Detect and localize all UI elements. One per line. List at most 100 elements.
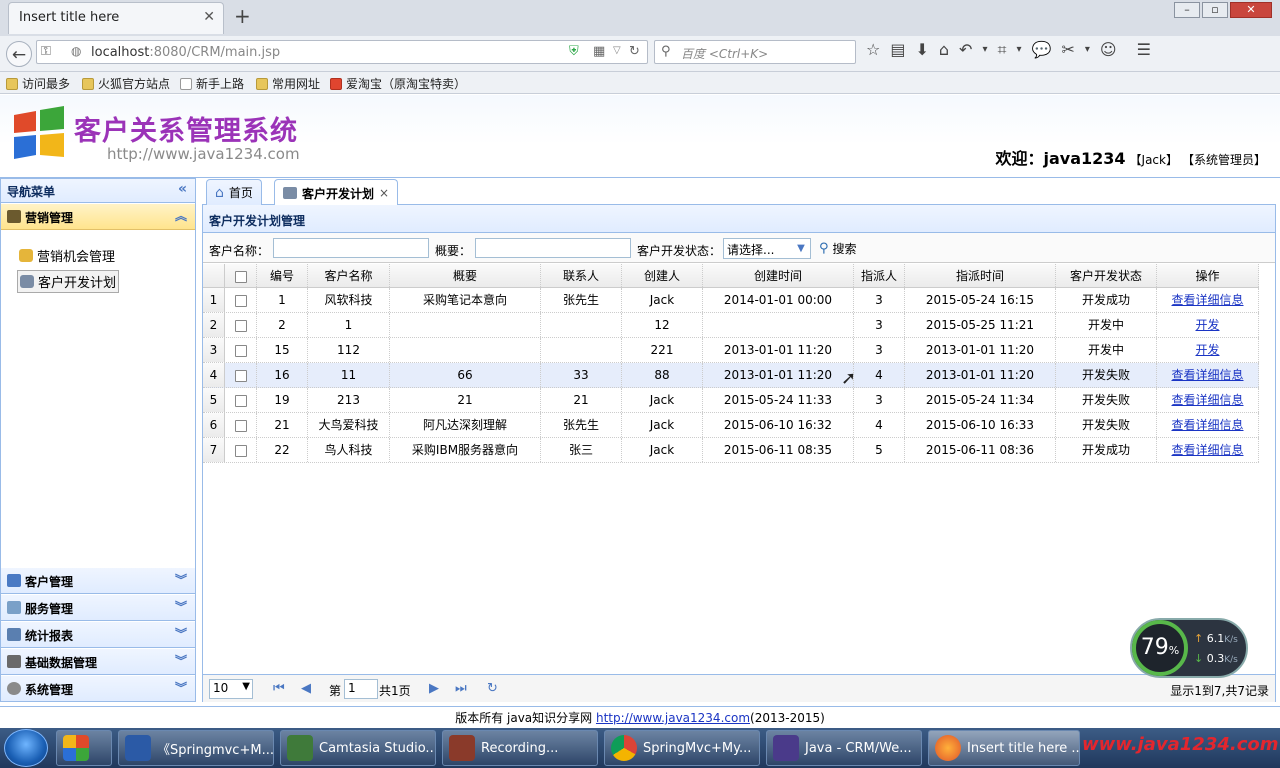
window-close-icon[interactable]: ✕ xyxy=(1230,2,1272,18)
sidebar-group-service[interactable]: 服务管理 ︾ xyxy=(1,595,195,621)
table-row[interactable]: 7 22 鸟人科技 采购IBM服务器意向 张三 Jack 2015-06-11 … xyxy=(203,438,1259,463)
table-row[interactable]: 5 19 213 21 21 Jack 2015-05-24 11:33 3 2… xyxy=(203,388,1259,413)
back-arrow-icon[interactable]: ← xyxy=(6,41,32,67)
column-header[interactable]: 指派人 xyxy=(854,264,905,287)
bookmark-item[interactable]: 新手上路 xyxy=(180,75,244,92)
chevron-up-icon: ︽ xyxy=(174,209,187,223)
bookmark-item[interactable]: 常用网址 xyxy=(256,75,320,92)
taskbar-item-firefox[interactable]: Insert title here ... xyxy=(928,730,1080,766)
sidebar-group-reports[interactable]: 统计报表 ︾ xyxy=(1,622,195,648)
net-speed-widget[interactable]: 79% ↑ 6.1K/s ↓ 0.3K/s xyxy=(1130,618,1248,678)
table-row[interactable]: 1 1 风软科技 采购笔记本意向 张先生 Jack 2014-01-01 00:… xyxy=(203,288,1259,313)
dropdown-icon[interactable]: ▾ xyxy=(1085,40,1090,60)
column-header[interactable]: 客户开发状态 xyxy=(1056,264,1157,287)
reading-list-icon[interactable]: ▤ xyxy=(890,40,905,60)
view-detail-link[interactable]: 查看详细信息 xyxy=(1171,293,1243,307)
row-checkbox[interactable] xyxy=(234,419,247,432)
taskbar-item-word[interactable]: 《Springmvc+M... xyxy=(118,730,274,766)
dropdown-icon[interactable]: ▽ xyxy=(613,45,621,56)
reload-icon[interactable]: ↻ xyxy=(629,44,640,59)
chat-icon[interactable]: 💬 xyxy=(1032,40,1052,60)
collapse-left-icon[interactable]: « xyxy=(178,181,187,197)
row-checkbox[interactable] xyxy=(234,344,247,357)
tab-home[interactable]: ⌂ 首页 xyxy=(206,179,262,205)
sidebar-item-dev-plan[interactable]: 客户开发计划 xyxy=(17,270,120,293)
sidebar-group-basedata[interactable]: 基础数据管理 ︾ xyxy=(1,649,195,675)
new-tab-icon[interactable]: + xyxy=(234,4,251,28)
taskbar-item-chrome[interactable]: SpringMvc+My... xyxy=(604,730,760,766)
table-row[interactable]: 4 16 11 66 33 88 2013-01-01 11:20 4 2013… xyxy=(203,363,1259,388)
sidebar-group-customer[interactable]: 客户管理 ︾ xyxy=(1,568,195,594)
page-number-input[interactable]: 1 xyxy=(344,679,378,699)
view-detail-link[interactable]: 查看详细信息 xyxy=(1171,368,1243,382)
screenshot-icon[interactable]: ✂ xyxy=(1061,40,1074,60)
taskbar-item-recording[interactable]: Recording... xyxy=(442,730,598,766)
status-select[interactable]: 请选择... ▼ xyxy=(723,238,811,259)
download-icon[interactable]: ⬇ xyxy=(915,40,928,60)
taobao-icon xyxy=(330,77,342,90)
overview-input[interactable] xyxy=(475,238,631,258)
last-page-icon[interactable]: ⏭ xyxy=(455,681,467,696)
refresh-icon[interactable]: ↻ xyxy=(487,681,498,696)
row-checkbox[interactable] xyxy=(234,319,247,332)
view-detail-link[interactable]: 查看详细信息 xyxy=(1171,393,1243,407)
row-checkbox[interactable] xyxy=(234,369,247,382)
tab-dev-plan[interactable]: 客户开发计划 × xyxy=(274,179,399,206)
crop-icon[interactable]: ⌗ xyxy=(997,40,1006,60)
customer-name-input[interactable] xyxy=(273,238,429,258)
start-button[interactable] xyxy=(4,729,48,767)
column-header[interactable]: 客户名称 xyxy=(308,264,390,287)
page-size-select[interactable]: 10 ▼ xyxy=(209,679,253,699)
column-header[interactable]: 编号 xyxy=(257,264,308,287)
minimize-icon[interactable]: – xyxy=(1174,2,1200,18)
view-detail-link[interactable]: 查看详细信息 xyxy=(1171,418,1243,432)
develop-link[interactable]: 开发 xyxy=(1195,318,1219,332)
row-checkbox[interactable] xyxy=(234,294,247,307)
sidebar-group-marketing[interactable]: 营销管理 ︽ xyxy=(1,204,195,230)
first-page-icon[interactable]: ⏮ xyxy=(273,681,285,696)
select-all-checkbox[interactable] xyxy=(234,270,247,283)
sidebar-item-opportunity[interactable]: 营销机会管理 xyxy=(17,245,117,266)
maximize-icon[interactable]: ▫ xyxy=(1202,2,1228,18)
dropdown-icon[interactable]: ▾ xyxy=(982,40,987,60)
column-header[interactable]: 指派时间 xyxy=(905,264,1056,287)
bookmark-item[interactable]: 爱淘宝（原淘宝特卖） xyxy=(330,75,466,92)
shield-icon[interactable]: ⛨ xyxy=(569,44,579,59)
close-tab-icon[interactable]: × xyxy=(379,186,389,200)
sidebar-group-system[interactable]: 系统管理 ︾ xyxy=(1,676,195,702)
qr-code-icon[interactable]: ▦ xyxy=(593,44,605,59)
search-bar[interactable]: ⚲ 百度 <Ctrl+K> xyxy=(654,40,856,64)
undo-icon[interactable]: ↶ xyxy=(959,40,972,60)
url-bar[interactable]: ⚿ ◍ localhost:8080/CRM/main.jsp ⛨ ▦ ▽ ↻ xyxy=(36,40,648,64)
column-header[interactable]: 创建时间 xyxy=(703,264,854,287)
view-detail-link[interactable]: 查看详细信息 xyxy=(1171,443,1243,457)
column-header[interactable]: 联系人 xyxy=(541,264,622,287)
row-checkbox[interactable] xyxy=(234,444,247,457)
taskbar-item-eclipse[interactable]: Java - CRM/We... xyxy=(766,730,922,766)
table-row[interactable]: 2 2 1 12 3 2015-05-25 11:21 开发中 开发 xyxy=(203,313,1259,338)
column-header[interactable]: 概要 xyxy=(390,264,541,287)
bookmark-item[interactable]: 访问最多 xyxy=(6,75,70,92)
footer-link[interactable]: http://www.java1234.com xyxy=(596,711,750,725)
bookmark-item[interactable]: 火狐官方站点 xyxy=(82,75,170,92)
star-icon[interactable]: ☆ xyxy=(866,40,880,60)
develop-link[interactable]: 开发 xyxy=(1195,343,1219,357)
table-row[interactable]: 6 21 大鸟爱科技 阿凡达深刻理解 张先生 Jack 2015-06-10 1… xyxy=(203,413,1259,438)
browser-tab[interactable]: Insert title here ✕ xyxy=(8,2,224,34)
menu-icon[interactable]: ☰ xyxy=(1137,40,1151,60)
next-page-icon[interactable]: ▶ xyxy=(429,681,439,696)
taskbar-item-camtasia[interactable]: Camtasia Studio... xyxy=(280,730,436,766)
column-header[interactable]: 操作 xyxy=(1157,264,1259,287)
row-checkbox[interactable] xyxy=(234,394,247,407)
close-tab-icon[interactable]: ✕ xyxy=(203,9,215,25)
home-icon[interactable]: ⌂ xyxy=(939,40,949,60)
search-button[interactable]: ⚲ 搜索 xyxy=(819,240,857,257)
dropdown-icon[interactable]: ▾ xyxy=(1016,40,1021,60)
table-row[interactable]: 3 15 112 221 2013-01-01 11:20 3 2013-01-… xyxy=(203,338,1259,363)
smiley-icon[interactable]: ☺ xyxy=(1100,40,1117,60)
row-select-cell xyxy=(225,313,257,337)
chart-icon xyxy=(20,275,34,288)
prev-page-icon[interactable]: ◀ xyxy=(301,681,311,696)
column-header[interactable]: 创建人 xyxy=(622,264,703,287)
taskbar-pinned-app[interactable] xyxy=(56,730,112,766)
